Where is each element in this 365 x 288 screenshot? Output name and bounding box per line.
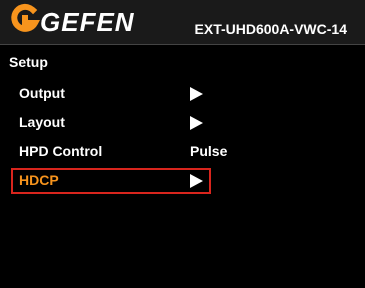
menu-item-label: HPD Control <box>19 143 103 159</box>
menu-item-output[interactable]: Output <box>0 80 365 109</box>
gefen-logo-icon <box>11 3 41 32</box>
menu-title: Setup <box>9 54 48 70</box>
model-number: EXT-UHD600A-VWC-14 <box>194 21 347 37</box>
right-arrow-icon <box>190 116 203 130</box>
menu-item-hpd-control[interactable]: HPD Control Pulse <box>0 138 365 167</box>
menu-item-value: Pulse <box>190 143 228 159</box>
right-arrow-icon <box>190 87 203 101</box>
header-divider <box>0 44 365 45</box>
selection-highlight <box>11 168 211 194</box>
brand-name: GEFEN <box>40 7 135 37</box>
menu-item-label: Layout <box>19 114 65 130</box>
menu-item-label: Output <box>19 85 65 101</box>
osd-screen: GEFEN EXT-UHD600A-VWC-14 Setup Output La… <box>0 0 365 288</box>
menu-item-layout[interactable]: Layout <box>0 109 365 138</box>
header-bar: GEFEN EXT-UHD600A-VWC-14 <box>0 0 365 44</box>
